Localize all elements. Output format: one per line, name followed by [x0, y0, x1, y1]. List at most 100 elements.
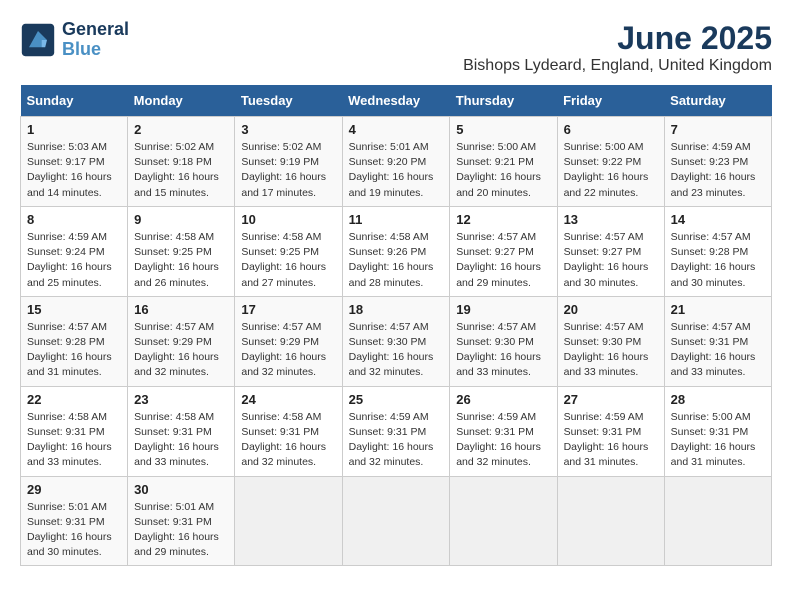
calendar-cell: 18 Sunrise: 4:57 AM Sunset: 9:30 PM Dayli… — [342, 296, 450, 386]
day-info: Sunrise: 4:57 AM Sunset: 9:29 PM Dayligh… — [134, 320, 228, 381]
day-info: Sunrise: 4:57 AM Sunset: 9:31 PM Dayligh… — [671, 320, 765, 381]
day-number: 4 — [349, 122, 444, 137]
calendar-cell: 8 Sunrise: 4:59 AM Sunset: 9:24 PM Daylig… — [21, 206, 128, 296]
header-cell-wednesday: Wednesday — [342, 85, 450, 117]
calendar-cell: 30 Sunrise: 5:01 AM Sunset: 9:31 PM Dayli… — [128, 476, 235, 566]
day-number: 30 — [134, 482, 228, 497]
calendar-subtitle: Bishops Lydeard, England, United Kingdom — [463, 57, 772, 75]
week-row-3: 15 Sunrise: 4:57 AM Sunset: 9:28 PM Dayli… — [21, 296, 772, 386]
calendar-cell: 13 Sunrise: 4:57 AM Sunset: 9:27 PM Dayli… — [557, 206, 664, 296]
day-info: Sunrise: 4:59 AM Sunset: 9:24 PM Dayligh… — [27, 230, 121, 291]
calendar-cell: 27Sunrise: 4:59 AM Sunset: 9:31 PM Dayli… — [557, 386, 664, 476]
day-info: Sunrise: 5:00 AM Sunset: 9:31 PM Dayligh… — [671, 410, 765, 471]
day-info: Sunrise: 5:03 AM Sunset: 9:17 PM Dayligh… — [27, 140, 121, 201]
calendar-cell — [557, 476, 664, 566]
calendar-cell: 10Sunrise: 4:58 AM Sunset: 9:25 PM Dayli… — [235, 206, 342, 296]
calendar-cell — [450, 476, 557, 566]
week-row-4: 22Sunrise: 4:58 AM Sunset: 9:31 PM Dayli… — [21, 386, 772, 476]
calendar-cell: 6 Sunrise: 5:00 AM Sunset: 9:22 PM Daylig… — [557, 117, 664, 207]
calendar-cell: 23 Sunrise: 4:58 AM Sunset: 9:31 PM Dayli… — [128, 386, 235, 476]
day-number: 27 — [564, 392, 658, 407]
day-number: 3 — [241, 122, 335, 137]
day-info: Sunrise: 4:58 AM Sunset: 9:25 PM Dayligh… — [134, 230, 228, 291]
calendar-cell — [664, 476, 771, 566]
calendar-cell: 3 Sunrise: 5:02 AM Sunset: 9:19 PM Daylig… — [235, 117, 342, 207]
calendar-header: SundayMondayTuesdayWednesdayThursdayFrid… — [21, 85, 772, 117]
day-info: Sunrise: 4:57 AM Sunset: 9:27 PM Dayligh… — [456, 230, 550, 291]
calendar-cell: 21Sunrise: 4:57 AM Sunset: 9:31 PM Dayli… — [664, 296, 771, 386]
header-cell-monday: Monday — [128, 85, 235, 117]
page-header: General Blue June 2025 Bishops Lydeard, … — [20, 20, 772, 75]
calendar-cell: 19 Sunrise: 4:57 AM Sunset: 9:30 PM Dayli… — [450, 296, 557, 386]
calendar-cell — [235, 476, 342, 566]
calendar-title: June 2025 — [463, 20, 772, 57]
calendar-cell: 24 Sunrise: 4:58 AM Sunset: 9:31 PM Dayli… — [235, 386, 342, 476]
calendar-body: 1 Sunrise: 5:03 AM Sunset: 9:17 PM Daylig… — [21, 117, 772, 566]
day-number: 14 — [671, 212, 765, 227]
title-block: June 2025 Bishops Lydeard, England, Unit… — [463, 20, 772, 75]
day-number: 2 — [134, 122, 228, 137]
logo-icon — [20, 22, 56, 58]
calendar-cell: 5 Sunrise: 5:00 AM Sunset: 9:21 PM Daylig… — [450, 117, 557, 207]
day-number: 13 — [564, 212, 658, 227]
day-info: Sunrise: 5:00 AM Sunset: 9:22 PM Dayligh… — [564, 140, 658, 201]
calendar-cell: 17Sunrise: 4:57 AM Sunset: 9:29 PM Dayli… — [235, 296, 342, 386]
day-number: 7 — [671, 122, 765, 137]
day-info: Sunrise: 4:57 AM Sunset: 9:27 PM Dayligh… — [564, 230, 658, 291]
calendar-cell — [342, 476, 450, 566]
day-info: Sunrise: 4:57 AM Sunset: 9:30 PM Dayligh… — [349, 320, 444, 381]
day-number: 5 — [456, 122, 550, 137]
day-number: 1 — [27, 122, 121, 137]
day-info: Sunrise: 5:00 AM Sunset: 9:21 PM Dayligh… — [456, 140, 550, 201]
day-number: 12 — [456, 212, 550, 227]
day-number: 23 — [134, 392, 228, 407]
day-info: Sunrise: 4:57 AM Sunset: 9:30 PM Dayligh… — [564, 320, 658, 381]
header-cell-sunday: Sunday — [21, 85, 128, 117]
day-number: 17 — [241, 302, 335, 317]
day-number: 18 — [349, 302, 444, 317]
calendar-cell: 25 Sunrise: 4:59 AM Sunset: 9:31 PM Dayli… — [342, 386, 450, 476]
calendar-cell: 4Sunrise: 5:01 AM Sunset: 9:20 PM Daylig… — [342, 117, 450, 207]
calendar-cell: 14 Sunrise: 4:57 AM Sunset: 9:28 PM Dayli… — [664, 206, 771, 296]
day-info: Sunrise: 4:57 AM Sunset: 9:28 PM Dayligh… — [27, 320, 121, 381]
day-number: 15 — [27, 302, 121, 317]
day-info: Sunrise: 4:59 AM Sunset: 9:31 PM Dayligh… — [456, 410, 550, 471]
day-info: Sunrise: 4:58 AM Sunset: 9:26 PM Dayligh… — [349, 230, 444, 291]
day-number: 16 — [134, 302, 228, 317]
day-info: Sunrise: 5:01 AM Sunset: 9:31 PM Dayligh… — [27, 500, 121, 561]
header-row: SundayMondayTuesdayWednesdayThursdayFrid… — [21, 85, 772, 117]
calendar-cell: 16 Sunrise: 4:57 AM Sunset: 9:29 PM Dayli… — [128, 296, 235, 386]
day-number: 29 — [27, 482, 121, 497]
calendar-cell: 22Sunrise: 4:58 AM Sunset: 9:31 PM Dayli… — [21, 386, 128, 476]
day-info: Sunrise: 4:57 AM Sunset: 9:28 PM Dayligh… — [671, 230, 765, 291]
day-info: Sunrise: 4:57 AM Sunset: 9:30 PM Dayligh… — [456, 320, 550, 381]
week-row-2: 8 Sunrise: 4:59 AM Sunset: 9:24 PM Daylig… — [21, 206, 772, 296]
day-number: 25 — [349, 392, 444, 407]
day-info: Sunrise: 4:58 AM Sunset: 9:31 PM Dayligh… — [134, 410, 228, 471]
logo-text: General Blue — [62, 20, 129, 60]
day-number: 24 — [241, 392, 335, 407]
day-number: 11 — [349, 212, 444, 227]
calendar-cell: 28 Sunrise: 5:00 AM Sunset: 9:31 PM Dayli… — [664, 386, 771, 476]
day-info: Sunrise: 5:02 AM Sunset: 9:19 PM Dayligh… — [241, 140, 335, 201]
day-number: 28 — [671, 392, 765, 407]
calendar-cell: 20Sunrise: 4:57 AM Sunset: 9:30 PM Dayli… — [557, 296, 664, 386]
day-info: Sunrise: 5:01 AM Sunset: 9:31 PM Dayligh… — [134, 500, 228, 561]
header-cell-saturday: Saturday — [664, 85, 771, 117]
calendar-table: SundayMondayTuesdayWednesdayThursdayFrid… — [20, 85, 772, 566]
header-cell-tuesday: Tuesday — [235, 85, 342, 117]
calendar-cell: 26Sunrise: 4:59 AM Sunset: 9:31 PM Dayli… — [450, 386, 557, 476]
day-number: 8 — [27, 212, 121, 227]
header-cell-thursday: Thursday — [450, 85, 557, 117]
day-info: Sunrise: 4:58 AM Sunset: 9:31 PM Dayligh… — [27, 410, 121, 471]
calendar-cell: 15 Sunrise: 4:57 AM Sunset: 9:28 PM Dayli… — [21, 296, 128, 386]
calendar-cell: 2Sunrise: 5:02 AM Sunset: 9:18 PM Daylig… — [128, 117, 235, 207]
day-info: Sunrise: 4:58 AM Sunset: 9:31 PM Dayligh… — [241, 410, 335, 471]
calendar-cell: 29 Sunrise: 5:01 AM Sunset: 9:31 PM Dayli… — [21, 476, 128, 566]
calendar-cell: 1 Sunrise: 5:03 AM Sunset: 9:17 PM Daylig… — [21, 117, 128, 207]
day-number: 6 — [564, 122, 658, 137]
header-cell-friday: Friday — [557, 85, 664, 117]
day-number: 19 — [456, 302, 550, 317]
day-info: Sunrise: 4:59 AM Sunset: 9:31 PM Dayligh… — [349, 410, 444, 471]
logo: General Blue — [20, 20, 129, 60]
